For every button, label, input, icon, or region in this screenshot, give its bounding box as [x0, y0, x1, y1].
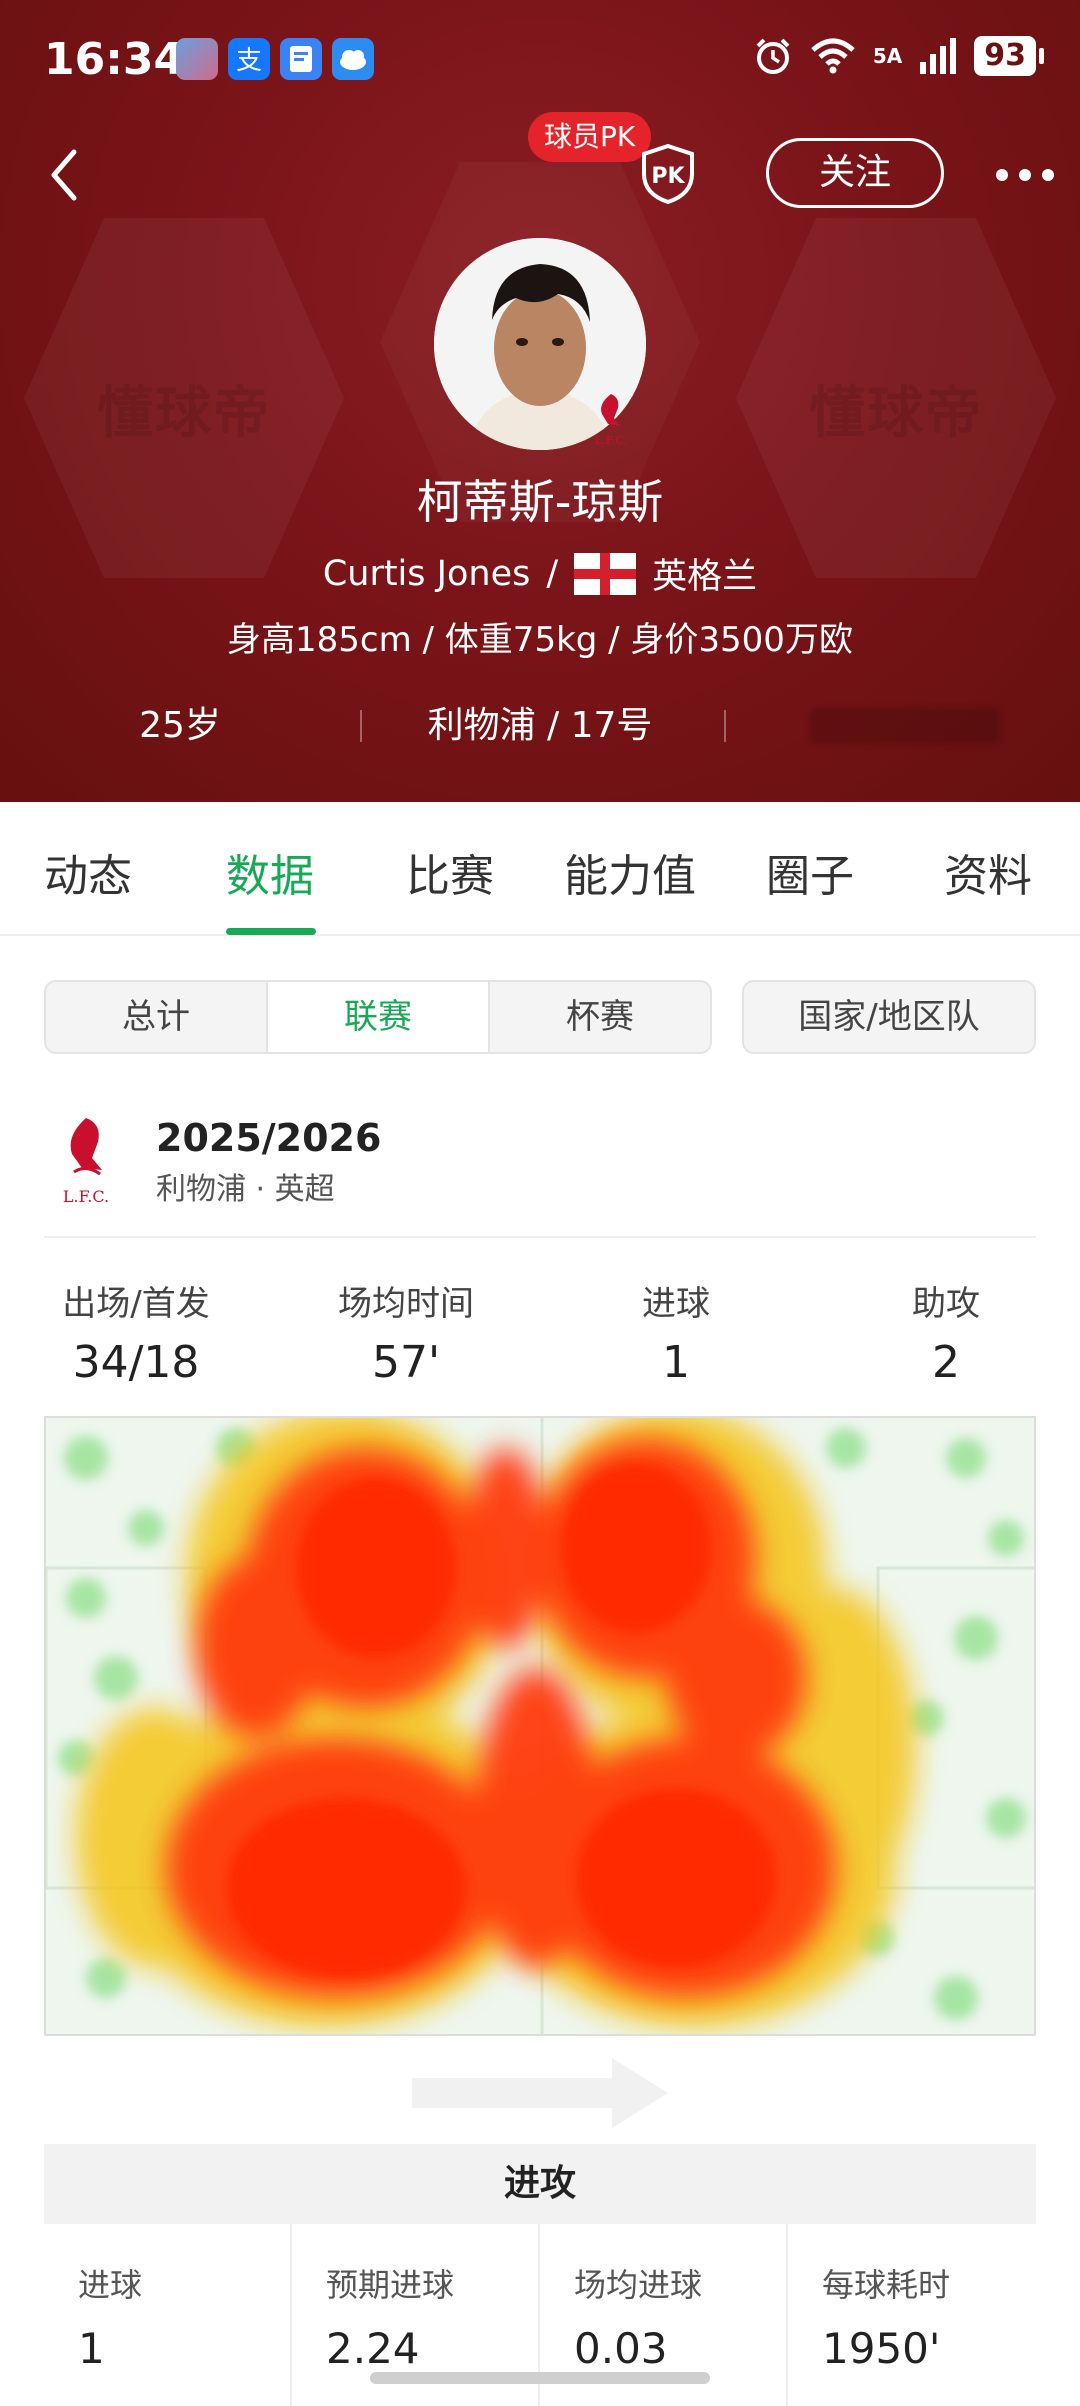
tab-dynamics[interactable]: 动态 — [44, 840, 132, 904]
stat-label: 进球 — [642, 1284, 710, 1324]
stat-label: 助攻 — [912, 1284, 980, 1324]
app-notification-icon-notes — [280, 38, 322, 80]
player-subline: Curtis Jones / 英格兰 — [0, 548, 1080, 599]
attack-stats-table: 进攻 进球 1 预期进球 2.24 场均进球 0.03 每球耗时 1950' — [44, 2144, 1036, 2406]
tab-profile[interactable]: 资料 — [944, 840, 1032, 904]
app-notification-icon-game — [176, 38, 218, 80]
status-time: 16:34 — [44, 34, 185, 85]
attack-label: 场均进球 — [574, 2266, 703, 2304]
direction-arrow-icon — [412, 2058, 668, 2128]
attack-label: 预期进球 — [326, 2266, 455, 2304]
more-dots-icon — [996, 169, 1054, 181]
player-english-name: Curtis Jones — [322, 553, 531, 594]
stat-label: 出场/首发 — [62, 1284, 210, 1324]
stat-value: 57' — [371, 1337, 441, 1388]
wifi-icon — [811, 38, 855, 74]
divider — [724, 710, 726, 742]
stat-value: 34/18 — [72, 1337, 200, 1388]
tab-community[interactable]: 圈子 — [766, 840, 854, 904]
player-header: 懂球帝 懂球帝 16:34 支 5A 93 球员PK PK 关注 L.F.C. … — [0, 0, 1080, 802]
player-body-info: 身高185cm / 体重75kg / 身价3500万欧 — [227, 620, 853, 660]
attack-value: 1 — [78, 2324, 105, 2373]
signal-icon — [920, 38, 957, 74]
attack-value: 0.03 — [574, 2324, 668, 2373]
tab-matches[interactable]: 比赛 — [406, 840, 494, 904]
segment-total[interactable]: 总计 — [46, 982, 266, 1052]
pk-shield-icon: PK — [642, 143, 694, 205]
follow-button[interactable]: 关注 — [766, 138, 944, 208]
back-arrow-icon — [51, 149, 77, 201]
active-tab-indicator — [226, 928, 316, 935]
player-info-row: 25岁 利物浦 / 17号 — [0, 698, 1080, 754]
attack-value: 2.24 — [326, 2324, 420, 2373]
player-pk-button[interactable]: 球员PK PK — [528, 112, 698, 205]
player-club-number: 利物浦 / 17号 — [427, 705, 653, 746]
national-team-button[interactable]: 国家/地区队 — [742, 980, 1036, 1054]
liverpool-crest-icon: L.F.C. — [63, 1118, 109, 1206]
attack-title: 进攻 — [44, 2144, 1036, 2224]
divider — [360, 710, 362, 742]
attack-label: 进球 — [78, 2266, 143, 2304]
competition-segment: 总计 联赛 杯赛 — [44, 980, 712, 1054]
attack-cell-minutes-per-goal: 每球耗时 1950' — [788, 2224, 1036, 2406]
stat-label: 场均时间 — [338, 1284, 474, 1324]
app-notification-icon-cloud — [332, 38, 374, 80]
player-nationality: 英格兰 — [652, 557, 758, 597]
segment-league[interactable]: 联赛 — [266, 982, 490, 1052]
divider — [44, 1236, 1036, 1238]
england-flag-icon — [574, 552, 637, 595]
more-button[interactable] — [990, 150, 1060, 200]
pk-label: 球员PK — [528, 112, 652, 162]
app-notification-icon-alipay: 支 — [228, 38, 270, 80]
season-year: 2025/2026 — [156, 1116, 382, 1160]
season-league: 利物浦 · 英超 — [156, 1172, 335, 1207]
club-logo-text: L.F.C. — [63, 1187, 109, 1206]
status-bar: 16:34 支 5A 93 — [0, 0, 1080, 120]
main-tabs: 动态 数据 比赛 能力值 圈子 资料 — [0, 802, 1080, 936]
stat-avg-minutes: 场均时间 57' — [326, 1276, 486, 1388]
watermark-text: 懂球帝 — [97, 381, 271, 446]
stat-assists: 助攻 2 — [866, 1276, 1026, 1388]
back-button[interactable] — [40, 140, 90, 210]
player-name: 柯蒂斯-琼斯 — [416, 475, 664, 529]
stat-value: 2 — [932, 1337, 960, 1388]
watermark-text: 懂球帝 — [809, 381, 983, 446]
network-type: 5A — [872, 44, 903, 68]
tab-data[interactable]: 数据 — [226, 840, 314, 904]
position-heatmap — [44, 1416, 1036, 2036]
home-indicator[interactable] — [370, 2372, 710, 2384]
player-age: 25岁 — [139, 705, 221, 746]
liverpool-crest-icon: L.F.C. — [595, 394, 627, 447]
tab-ability[interactable]: 能力值 — [564, 840, 696, 904]
svg-text:支: 支 — [236, 46, 262, 76]
stat-value: 1 — [662, 1337, 690, 1388]
stat-goals: 进球 1 — [596, 1276, 756, 1388]
separator: / — [546, 553, 559, 594]
alarm-icon — [756, 38, 790, 74]
attack-label: 每球耗时 — [822, 2266, 951, 2304]
pk-badge-text: PK — [651, 164, 685, 189]
attack-cell-goals: 进球 1 — [44, 2224, 292, 2406]
attack-value: 1950' — [822, 2324, 941, 2373]
club-logo-text: L.F.C. — [595, 434, 627, 447]
stat-appearances: 出场/首发 34/18 — [56, 1276, 216, 1388]
segment-cup[interactable]: 杯赛 — [490, 982, 710, 1052]
status-icons: 5A 93 — [753, 36, 1044, 76]
battery-indicator: 93 — [974, 36, 1044, 76]
blurred-info — [810, 708, 1000, 744]
